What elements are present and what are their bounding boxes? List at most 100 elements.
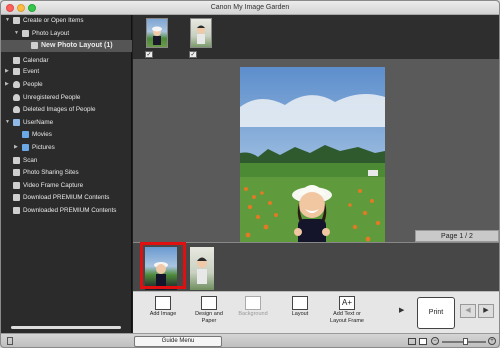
sidebar-item[interactable]: ▶ Event [1,66,132,77]
next-page-icon[interactable]: ▶ [478,304,494,318]
sidebar-toggle-icon[interactable] [7,337,13,345]
sidebar-item[interactable]: Downloaded PREMIUM Contents [1,205,132,216]
sidebar-item-label: UserName [23,118,54,126]
folder-icon [22,131,29,139]
video-capture-icon [13,181,20,189]
photo-layout-icon [22,29,29,37]
zoom-window-icon[interactable] [28,4,36,12]
unregistered-people-icon [13,93,20,101]
zoom-in-icon[interactable]: + [488,337,496,345]
expand-right-icon[interactable]: ▶ [5,66,9,77]
design-and-paper-button[interactable]: Design and Paper [189,295,229,332]
photo-strip [133,242,499,291]
photo-sharing-icon [13,169,20,177]
expand-right-icon[interactable]: ▶ [5,79,9,90]
expand-down-icon[interactable]: ▼ [14,28,19,39]
page-thumbnail-2[interactable] [190,18,212,48]
sidebar-item-label: Create or Open Items [23,17,84,24]
background-label: Background [238,311,268,317]
sidebar-item[interactable]: Photo Sharing Sites [1,167,132,178]
add-image-label: Add Image [149,311,177,317]
create-items-icon [13,17,20,24]
page-view-icon[interactable] [419,338,427,345]
sidebar-item[interactable]: Download PREMIUM Contents [1,192,132,203]
title-bar: Canon My Image Garden [1,1,499,15]
app-window: Canon My Image Garden ▼ Create or Open It… [0,0,500,348]
layout-label: Layout [291,311,309,317]
sidebar-item-label: Event [23,68,40,76]
sidebar-item[interactable]: ▼ UserName [1,117,132,128]
sidebar-item[interactable]: Movies [1,129,132,140]
minimize-window-icon[interactable] [17,4,25,12]
page-2-checkbox-icon[interactable]: ✓ [189,51,197,58]
layout-button[interactable]: Layout [280,295,320,332]
add-text-or-layout-frame-button[interactable]: A+ Add Text or Layout Frame [325,295,369,332]
people-icon [13,80,20,88]
sidebar-item-label: Movies [32,131,52,139]
event-icon [13,68,20,76]
layout-icon [292,296,308,310]
sidebar-item[interactable]: ▼ Create or Open Items [1,15,132,26]
status-bar: Guide Menu − + [1,333,499,347]
sidebar: ▼ Create or Open Items ▼ Photo Layout New Ph… [1,15,132,333]
sidebar-item-label: Calendar [23,56,49,64]
calendar-icon [13,56,20,64]
sidebar-item-label: Video Frame Capture [23,181,84,189]
previous-page-icon[interactable]: ◀ [460,304,476,318]
background-button[interactable]: Background [233,295,273,332]
sidebar-item[interactable]: Deleted Images of People [1,104,132,115]
sidebar-item-label: People [23,80,43,88]
page-1-checkbox-icon[interactable]: ✓ [145,51,153,58]
add-image-icon [155,296,171,310]
sidebar-item[interactable]: New Photo Layout (1) [1,40,132,53]
page-indicator: Page 1 / 2 [415,230,499,242]
more-tools-arrow-icon[interactable]: ▶ [399,306,404,314]
layout-editor: Page 1 / 2 [133,59,499,284]
scan-icon [13,156,20,164]
edit-toolbar: Add Image Design and Paper Background La… [133,291,499,333]
sidebar-item[interactable]: ▼ Photo Layout [1,28,132,39]
sidebar-item-label: New Photo Layout (1) [41,42,113,50]
layout-item-icon [31,42,38,50]
page-thumbnail-area: ✓ ✓ [133,15,499,59]
deleted-people-icon [13,106,20,114]
computer-icon [13,118,20,126]
sidebar-scrollbar[interactable] [11,326,121,329]
add-text-icon: A+ [339,296,355,310]
sidebar-item[interactable]: ▶ People [1,79,132,90]
strip-photo-2[interactable] [190,247,214,290]
sidebar-item[interactable]: Unregistered People [1,92,132,103]
list-view-icon[interactable] [408,338,416,345]
sidebar-item[interactable]: Calendar [1,55,132,66]
expand-down-icon[interactable]: ▼ [5,117,10,128]
sidebar-item-label: Photo Layout [32,29,70,37]
sidebar-item-label: Photo Sharing Sites [23,169,79,177]
sidebar-item[interactable]: ▶ Pictures [1,142,132,153]
print-button[interactable]: Print [417,297,455,329]
folder-icon [22,143,29,151]
expand-right-icon[interactable]: ▶ [14,142,18,153]
zoom-out-icon[interactable]: − [431,337,439,345]
zoom-slider-handle[interactable] [463,338,468,345]
sidebar-item-label: Downloaded PREMIUM Contents [23,206,117,214]
background-icon [245,296,261,310]
window-title: Canon My Image Garden [210,4,290,11]
download-icon [13,194,20,202]
close-window-icon[interactable] [6,4,14,12]
sidebar-item[interactable]: Video Frame Capture [1,180,132,191]
add-image-button[interactable]: Add Image [143,295,183,332]
sidebar-item-label: Unregistered People [23,93,81,101]
add-text-label-2: Layout Frame [330,317,364,324]
sidebar-item-label: Scan [23,156,38,164]
page-thumbnail-1[interactable] [146,18,168,48]
sidebar-item-label: Download PREMIUM Contents [23,194,110,202]
sidebar-item[interactable]: Scan [1,155,132,166]
sidebar-item-label: Deleted Images of People [23,106,96,114]
selected-photo-highlight [140,242,186,289]
guide-menu-button[interactable]: Guide Menu [134,336,222,347]
design-paper-label-2: Paper [201,317,217,324]
downloaded-icon [13,206,20,214]
sidebar-item-label: Pictures [32,143,55,151]
expand-down-icon[interactable]: ▼ [5,15,10,26]
design-paper-icon [201,296,217,310]
